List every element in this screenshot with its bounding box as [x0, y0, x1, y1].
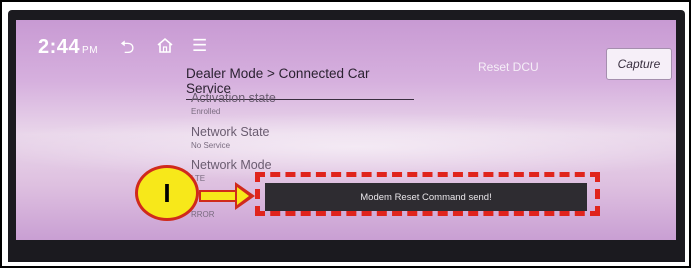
network-mode-label: Network Mode [191, 158, 272, 172]
activation-state-value: Enrolled [191, 107, 221, 116]
activation-state-label: Activation state [191, 91, 276, 105]
error-value: RROR [191, 210, 215, 219]
clock-suffix: PM [82, 45, 99, 56]
callout-badge: I [135, 165, 199, 221]
clock-time: 2:44 [38, 36, 81, 58]
menu-icon[interactable]: ☰ [192, 37, 207, 55]
capture-button[interactable]: Capture [606, 48, 672, 80]
callout-arrow-head-fill [237, 187, 249, 205]
network-state-label: Network State [191, 125, 270, 139]
back-icon[interactable]: ⮌ [120, 38, 134, 56]
callout-arrow-shaft [199, 190, 239, 202]
reset-dcu-button[interactable]: Reset DCU [478, 60, 539, 74]
highlight-box [255, 172, 600, 216]
network-state-value: No Service [191, 141, 231, 150]
bottom-bezel [8, 240, 685, 262]
photo-frame: 2:44 PM ⮌ ☰ Dealer Mode > Connected Car S… [0, 0, 691, 268]
clock: 2:44 PM [38, 36, 98, 59]
home-icon[interactable] [156, 37, 174, 57]
